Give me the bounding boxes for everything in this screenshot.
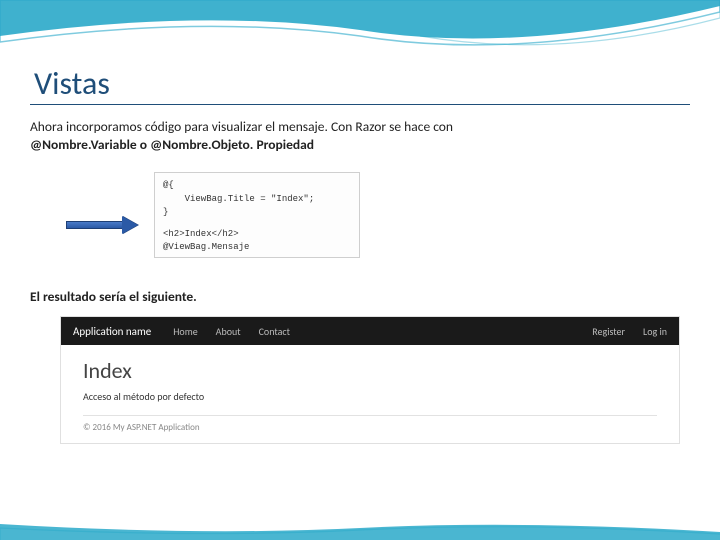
paragraph-line-1: Ahora incorporamos código para visualiza… [30, 118, 690, 136]
page-heading: Index [83, 357, 657, 384]
navbar: Application name Home About Contact Regi… [61, 317, 679, 345]
bottom-wave-decoration [0, 518, 720, 540]
browser-preview: Application name Home About Contact Regi… [60, 316, 680, 444]
nav-link-register[interactable]: Register [592, 325, 625, 338]
nav-link-contact[interactable]: Contact [259, 325, 290, 338]
page-footer: © 2016 My ASP.NET Application [83, 415, 657, 433]
nav-link-about[interactable]: About [216, 325, 241, 338]
code-snippet-box: @{ ViewBag.Title = "Index"; } <h2>Index<… [154, 172, 360, 258]
code-illustration: @{ ViewBag.Title = "Index"; } <h2>Index<… [30, 166, 690, 264]
paragraph-line-2: @Nombre.Variable o @Nombre.Objeto. Propi… [30, 136, 690, 154]
page-message: Acceso al método por defecto [83, 390, 657, 403]
result-label: El resultado sería el siguiente. [30, 288, 197, 305]
intro-paragraph: Ahora incorporamos código para visualiza… [30, 118, 690, 154]
browser-body: Index Acceso al método por defecto © 201… [61, 345, 679, 443]
code-line: @ViewBag.Mensaje [163, 241, 351, 255]
nav-link-home[interactable]: Home [173, 325, 197, 338]
code-line: } [163, 206, 351, 220]
code-line: ViewBag.Title = "Index"; [163, 193, 351, 207]
code-line: <h2>Index</h2> [163, 228, 351, 242]
arrow-icon [66, 216, 142, 234]
navbar-brand[interactable]: Application name [73, 325, 151, 338]
top-wave-decoration [0, 0, 720, 70]
code-line: @{ [163, 179, 351, 193]
slide-title: Vistas [34, 64, 110, 103]
title-underline [30, 104, 690, 105]
nav-link-login[interactable]: Log in [643, 325, 667, 338]
